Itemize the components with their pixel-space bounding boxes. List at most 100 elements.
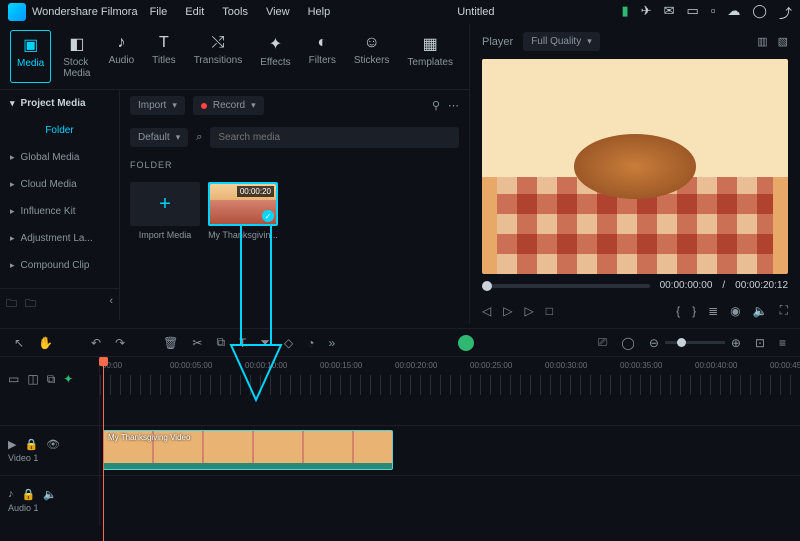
visible-icon[interactable]: 👁 <box>46 438 60 451</box>
mixer-icon[interactable]: ⎚ <box>598 335 608 350</box>
mute-icon[interactable]: 🔈 <box>43 488 57 501</box>
sidebar-folder[interactable]: Folder <box>0 117 119 144</box>
snapshot-icon[interactable]: ▧ <box>778 35 788 48</box>
sidebar-project-media[interactable]: ▾Project Media <box>0 90 119 117</box>
prev-frame-icon[interactable]: ◁ <box>482 304 491 318</box>
tab-stock[interactable]: ◧Stock Media <box>57 30 96 83</box>
video-track-header[interactable]: ▶🔒👁 Video 1 <box>0 426 100 475</box>
text-icon[interactable]: T <box>239 336 246 350</box>
lock-icon[interactable]: 🔒 <box>22 488 36 501</box>
undo-icon[interactable]: ↶ <box>91 336 101 350</box>
keyframe-icon[interactable]: ◇ <box>284 336 293 350</box>
fullscreen-icon[interactable]: ⛶ <box>780 303 788 318</box>
scrub-handle[interactable] <box>482 281 492 291</box>
preview-viewport[interactable] <box>482 59 788 274</box>
audio-track[interactable] <box>100 476 800 525</box>
tab-filters[interactable]: ◐Filters <box>303 30 342 83</box>
menu-edit[interactable]: Edit <box>185 6 204 18</box>
menu-tools[interactable]: Tools <box>222 6 248 18</box>
quality-icon[interactable]: ≣ <box>708 304 718 318</box>
sidebar-compound-clip[interactable]: ▸Compound Clip <box>0 252 119 279</box>
track-opt1-icon[interactable]: ▭ <box>8 372 19 386</box>
mark-in-icon[interactable]: { <box>676 304 680 318</box>
document-title: Untitled <box>457 6 494 18</box>
tick: 00:00:25:00 <box>470 361 512 370</box>
volume-icon[interactable]: 🔈 <box>753 304 768 318</box>
redo-icon[interactable]: ↷ <box>115 336 125 350</box>
timeline-ruler[interactable]: 00:00 00:00:05:00 00:00:10:00 00:00:15:0… <box>100 357 800 401</box>
search-input[interactable] <box>210 127 459 148</box>
more-icon[interactable]: ⋯ <box>448 99 459 112</box>
audio-track-header[interactable]: ♪🔒🔈 Audio 1 <box>0 476 100 525</box>
panel-icon[interactable]: ▭ <box>687 3 699 22</box>
quality-dropdown[interactable]: Full Quality▾ <box>523 32 600 51</box>
sidebar-adjustment-layer[interactable]: ▸Adjustment La... <box>0 225 119 252</box>
video-track[interactable]: My Thanksgiving Video <box>100 426 800 475</box>
tab-audio[interactable]: ♪Audio <box>103 30 141 83</box>
tab-stickers[interactable]: ☺Stickers <box>348 30 396 83</box>
lock-icon[interactable]: 🔒 <box>24 438 38 451</box>
gift-icon[interactable]: ▮ <box>622 3 629 22</box>
record-dropdown[interactable]: Record▾ <box>193 96 264 115</box>
media-clip-card[interactable]: 00:00:20 ✓ My Thanksgivin... <box>208 182 278 240</box>
render-icon[interactable]: ◯ <box>621 336 634 350</box>
mark-out-icon[interactable]: } <box>692 304 696 318</box>
fit-icon[interactable]: ⊡ <box>755 336 765 350</box>
menu-help[interactable]: Help <box>308 6 331 18</box>
track-opt3-icon[interactable]: ⧉ <box>47 372 56 387</box>
more-tools-icon[interactable]: » <box>328 336 335 350</box>
tab-transitions[interactable]: ⤭Transitions <box>188 30 249 83</box>
import-dropdown[interactable]: Import▾ <box>130 96 185 115</box>
sidebar-global-media[interactable]: ▸Global Media <box>0 144 119 171</box>
cloud-icon[interactable]: ☁ <box>727 3 740 22</box>
delete-icon[interactable]: 🗑 <box>163 336 178 350</box>
tab-effects[interactable]: ✦Effects <box>254 30 296 83</box>
effects-icon: ✦ <box>269 34 282 54</box>
tab-titles[interactable]: TTitles <box>146 30 182 83</box>
tick: 00:00:20:00 <box>395 361 437 370</box>
clip-duration-badge: 00:00:20 <box>237 186 274 197</box>
playhead[interactable] <box>103 357 104 541</box>
zoom-out-icon[interactable]: ⊖ <box>649 336 659 350</box>
import-media-card[interactable]: + Import Media <box>130 182 200 240</box>
zoom-slider[interactable] <box>665 341 725 344</box>
crop-icon[interactable]: ⧉ <box>216 335 225 350</box>
templates-icon: ▦ <box>423 34 438 54</box>
export-icon[interactable]: ⤴ <box>779 3 792 22</box>
compare-view-icon[interactable]: ▥ <box>757 35 767 48</box>
sidebar-influence-kit[interactable]: ▸Influence Kit <box>0 198 119 225</box>
play-icon[interactable]: ▷ <box>503 304 512 318</box>
camera-icon[interactable]: ◉ <box>730 304 740 318</box>
collapse-sidebar-icon[interactable]: ‹ <box>109 295 113 314</box>
new-folder-icon[interactable]: 🗀 <box>6 295 17 314</box>
ai-button[interactable] <box>458 335 474 351</box>
account-icon[interactable]: ◯ <box>752 3 767 22</box>
filter-icon[interactable]: ⚲ <box>432 99 440 112</box>
track-opt4-icon[interactable]: ✦ <box>63 372 73 386</box>
track-opt2-icon[interactable]: ◫ <box>27 372 38 386</box>
speed-icon[interactable]: ◔ <box>307 336 314 350</box>
pointer-tool-icon[interactable]: ↖ <box>14 336 24 350</box>
timeline-clip[interactable]: My Thanksgiving Video <box>103 430 393 470</box>
menu-view[interactable]: View <box>266 6 290 18</box>
menu-file[interactable]: File <box>150 6 168 18</box>
save-icon[interactable]: ▫ <box>711 3 716 22</box>
marker-icon[interactable]: ⏷ <box>260 335 270 350</box>
zoom-handle[interactable] <box>677 338 686 347</box>
sort-dropdown[interactable]: Default▾ <box>130 128 188 147</box>
record-dot-icon <box>201 103 207 109</box>
new-bin-icon[interactable]: 🗀 <box>25 295 36 314</box>
tab-templates[interactable]: ▦Templates <box>401 30 459 83</box>
next-frame-icon[interactable]: ▷ <box>524 304 533 318</box>
zoom-in-icon[interactable]: ⊕ <box>731 336 741 350</box>
hand-tool-icon[interactable]: ✋ <box>38 336 53 350</box>
message-icon[interactable]: ✉ <box>664 3 675 22</box>
settings-icon[interactable]: ≡ <box>779 336 786 350</box>
send-icon[interactable]: ✈ <box>641 3 652 22</box>
sidebar-cloud-media[interactable]: ▸Cloud Media <box>0 171 119 198</box>
tab-media[interactable]: ▣Media <box>10 30 51 83</box>
stop-icon[interactable]: □ <box>546 304 553 318</box>
tick: 00:00:05:00 <box>170 361 212 370</box>
cut-icon[interactable]: ✂ <box>192 336 202 350</box>
scrub-bar[interactable] <box>482 284 650 288</box>
